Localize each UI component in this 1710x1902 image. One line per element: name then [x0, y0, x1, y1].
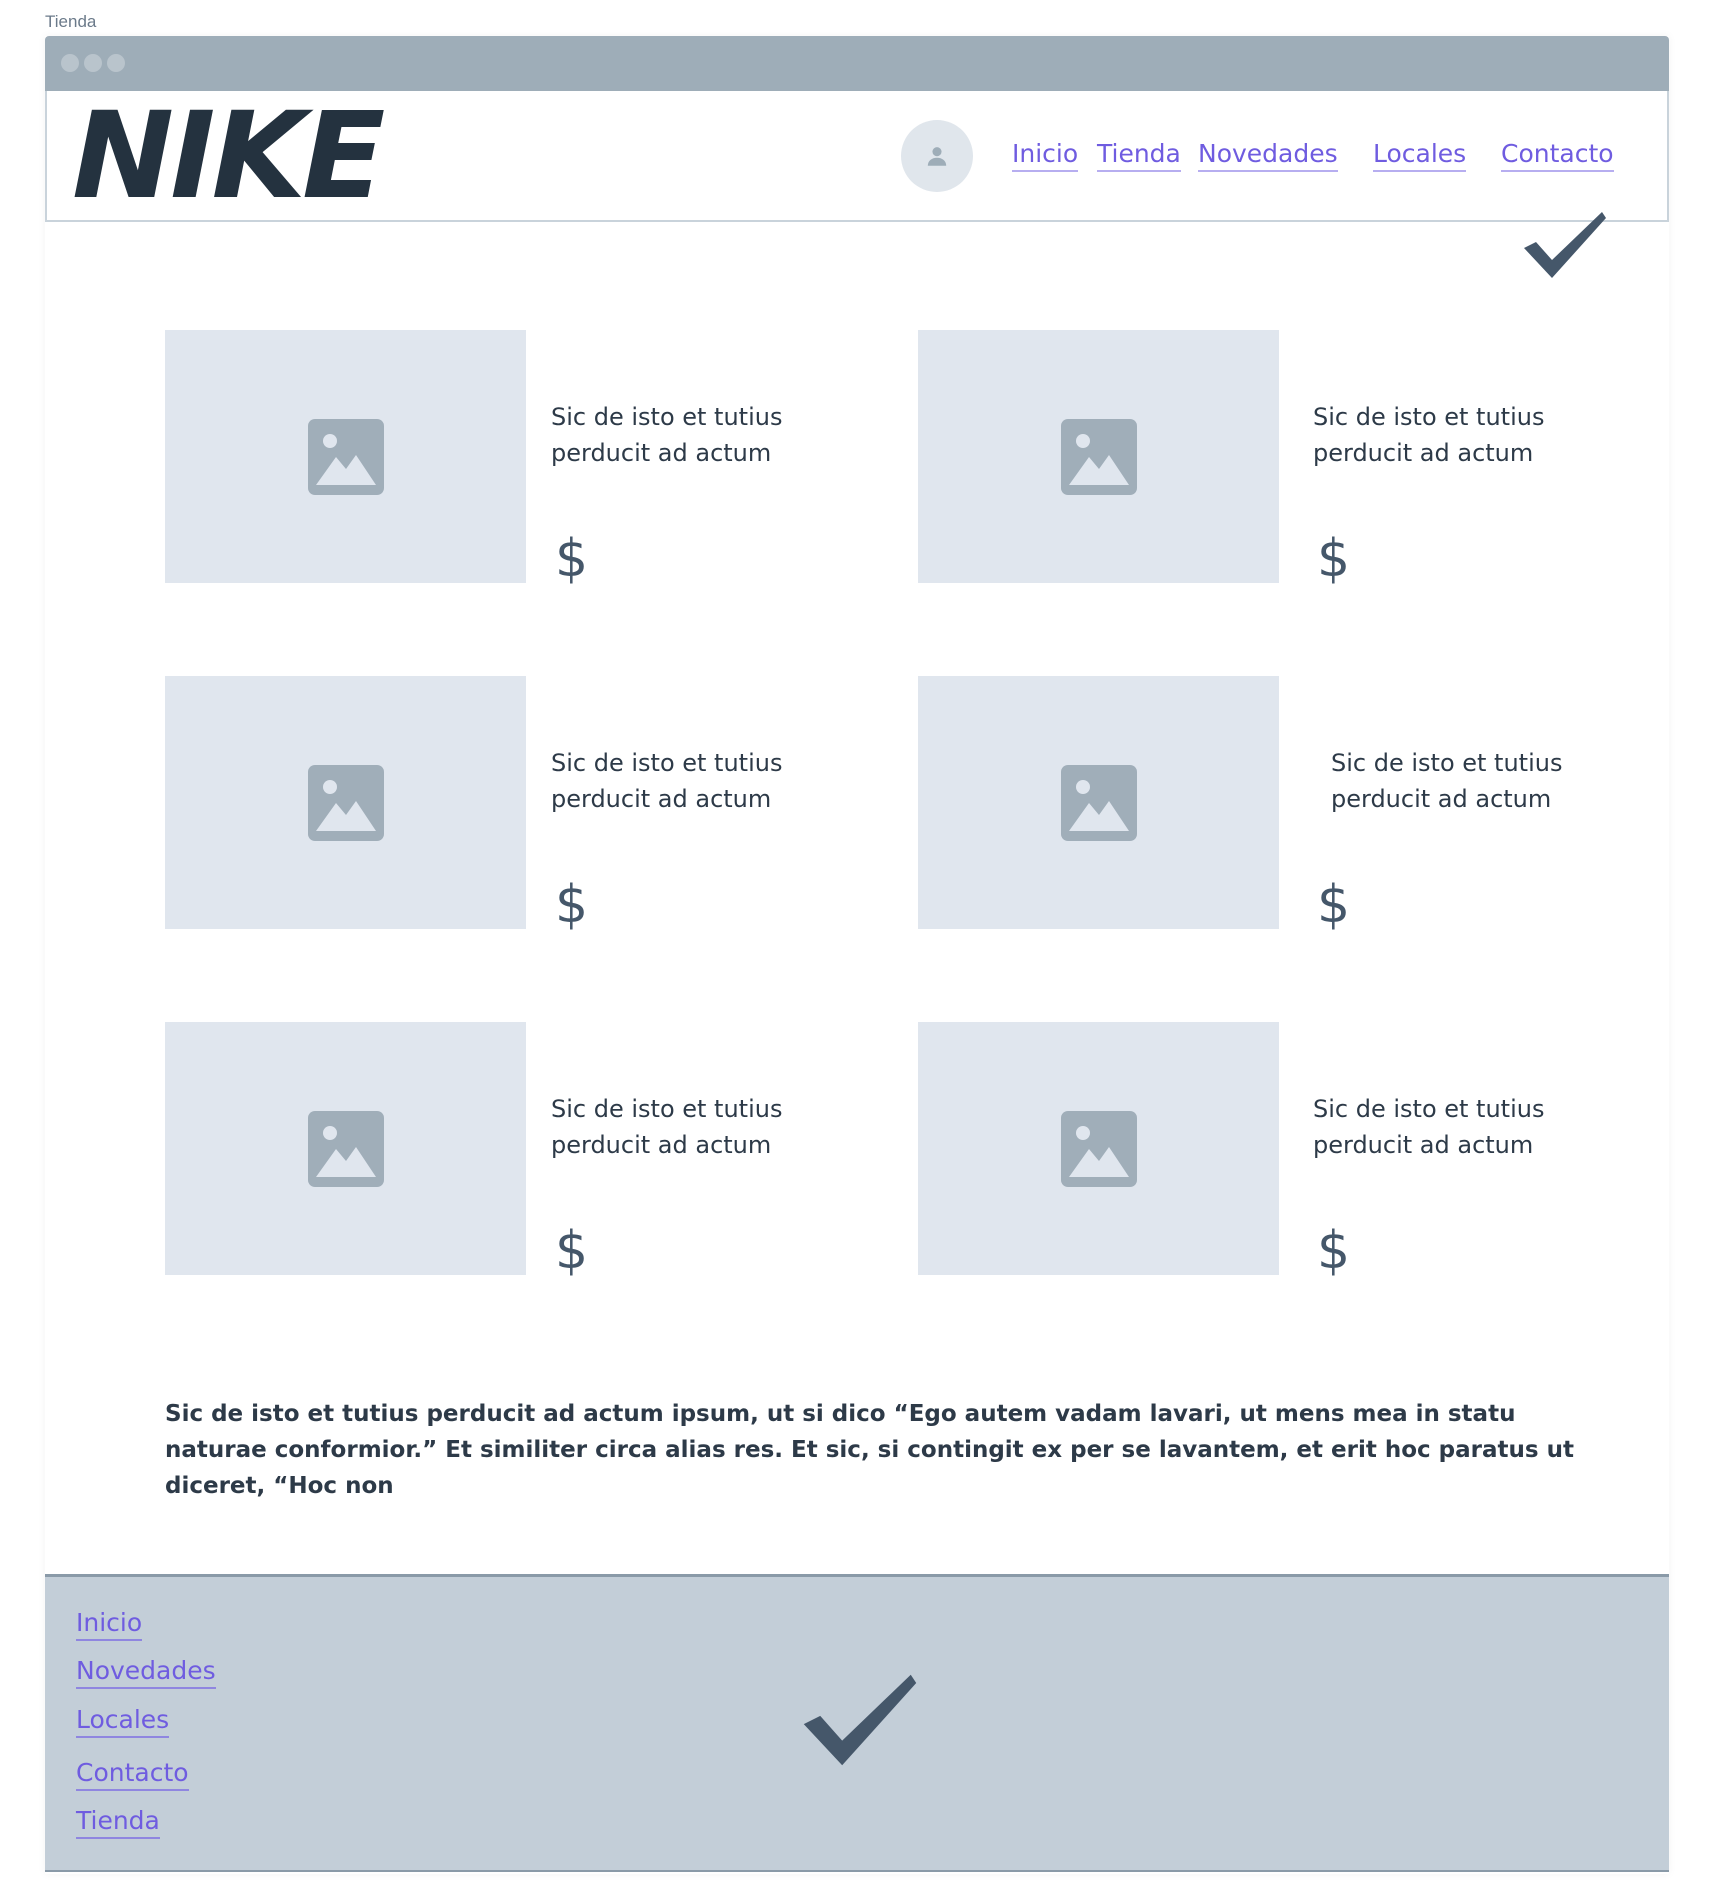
window-dot — [61, 54, 79, 72]
product-price: $ — [555, 529, 589, 589]
brand-logo[interactable]: NIKE — [72, 92, 385, 219]
product-image[interactable] — [918, 676, 1279, 929]
image-placeholder-icon — [307, 764, 384, 841]
site-header: NIKE Inicio Tienda Novedades Locales Con… — [45, 91, 1669, 222]
body-paragraph: Sic de isto et tutius perducit ad actum … — [165, 1401, 1574, 1499]
product-price: $ — [1317, 875, 1351, 935]
image-placeholder-icon — [307, 1110, 384, 1187]
product-description: Sic de isto et tutius perducit ad actum — [1313, 403, 1545, 467]
product-description: Sic de isto et tutius perducit ad actum — [1331, 749, 1563, 813]
image-placeholder-icon — [1060, 1110, 1137, 1187]
nav-link-novedades[interactable]: Novedades — [1198, 139, 1338, 172]
image-placeholder-icon — [1060, 764, 1137, 841]
image-placeholder-icon — [1060, 418, 1137, 495]
product-price: $ — [555, 875, 589, 935]
window-titlebar — [45, 36, 1669, 91]
nav-link-inicio[interactable]: Inicio — [1012, 139, 1079, 172]
footer-link-tienda[interactable]: Tienda — [76, 1806, 160, 1839]
nav-link-contacto[interactable]: Contacto — [1501, 139, 1614, 172]
page-label: Tienda — [45, 12, 97, 31]
window-dot — [107, 54, 125, 72]
checkmark-icon — [1524, 212, 1606, 278]
nav-link-locales[interactable]: Locales — [1373, 139, 1467, 172]
product-image[interactable] — [165, 676, 526, 929]
footer-link-novedades[interactable]: Novedades — [76, 1656, 216, 1689]
product-price: $ — [555, 1221, 589, 1281]
product-description: Sic de isto et tutius perducit ad actum — [551, 749, 783, 813]
product-description: Sic de isto et tutius perducit ad actum — [1313, 1095, 1545, 1159]
footer-link-inicio[interactable]: Inicio — [76, 1608, 143, 1641]
checkmark-icon — [803, 1674, 917, 1766]
site-footer: Inicio Novedades Locales Contacto Tienda — [45, 1574, 1669, 1872]
product-price: $ — [1317, 529, 1351, 589]
image-placeholder-icon — [307, 418, 384, 495]
product-price: $ — [1317, 1221, 1351, 1281]
footer-link-contacto[interactable]: Contacto — [76, 1758, 189, 1791]
product-image[interactable] — [165, 330, 526, 583]
product-description: Sic de isto et tutius perducit ad actum — [551, 1095, 783, 1159]
product-image[interactable] — [918, 1022, 1279, 1275]
footer-link-locales[interactable]: Locales — [76, 1705, 170, 1738]
product-image[interactable] — [918, 330, 1279, 583]
window-dot — [84, 54, 102, 72]
avatar[interactable] — [901, 120, 973, 192]
product-description: Sic de isto et tutius perducit ad actum — [551, 403, 783, 467]
product-image[interactable] — [165, 1022, 526, 1275]
user-icon — [927, 147, 947, 166]
nav-link-tienda[interactable]: Tienda — [1097, 139, 1181, 172]
